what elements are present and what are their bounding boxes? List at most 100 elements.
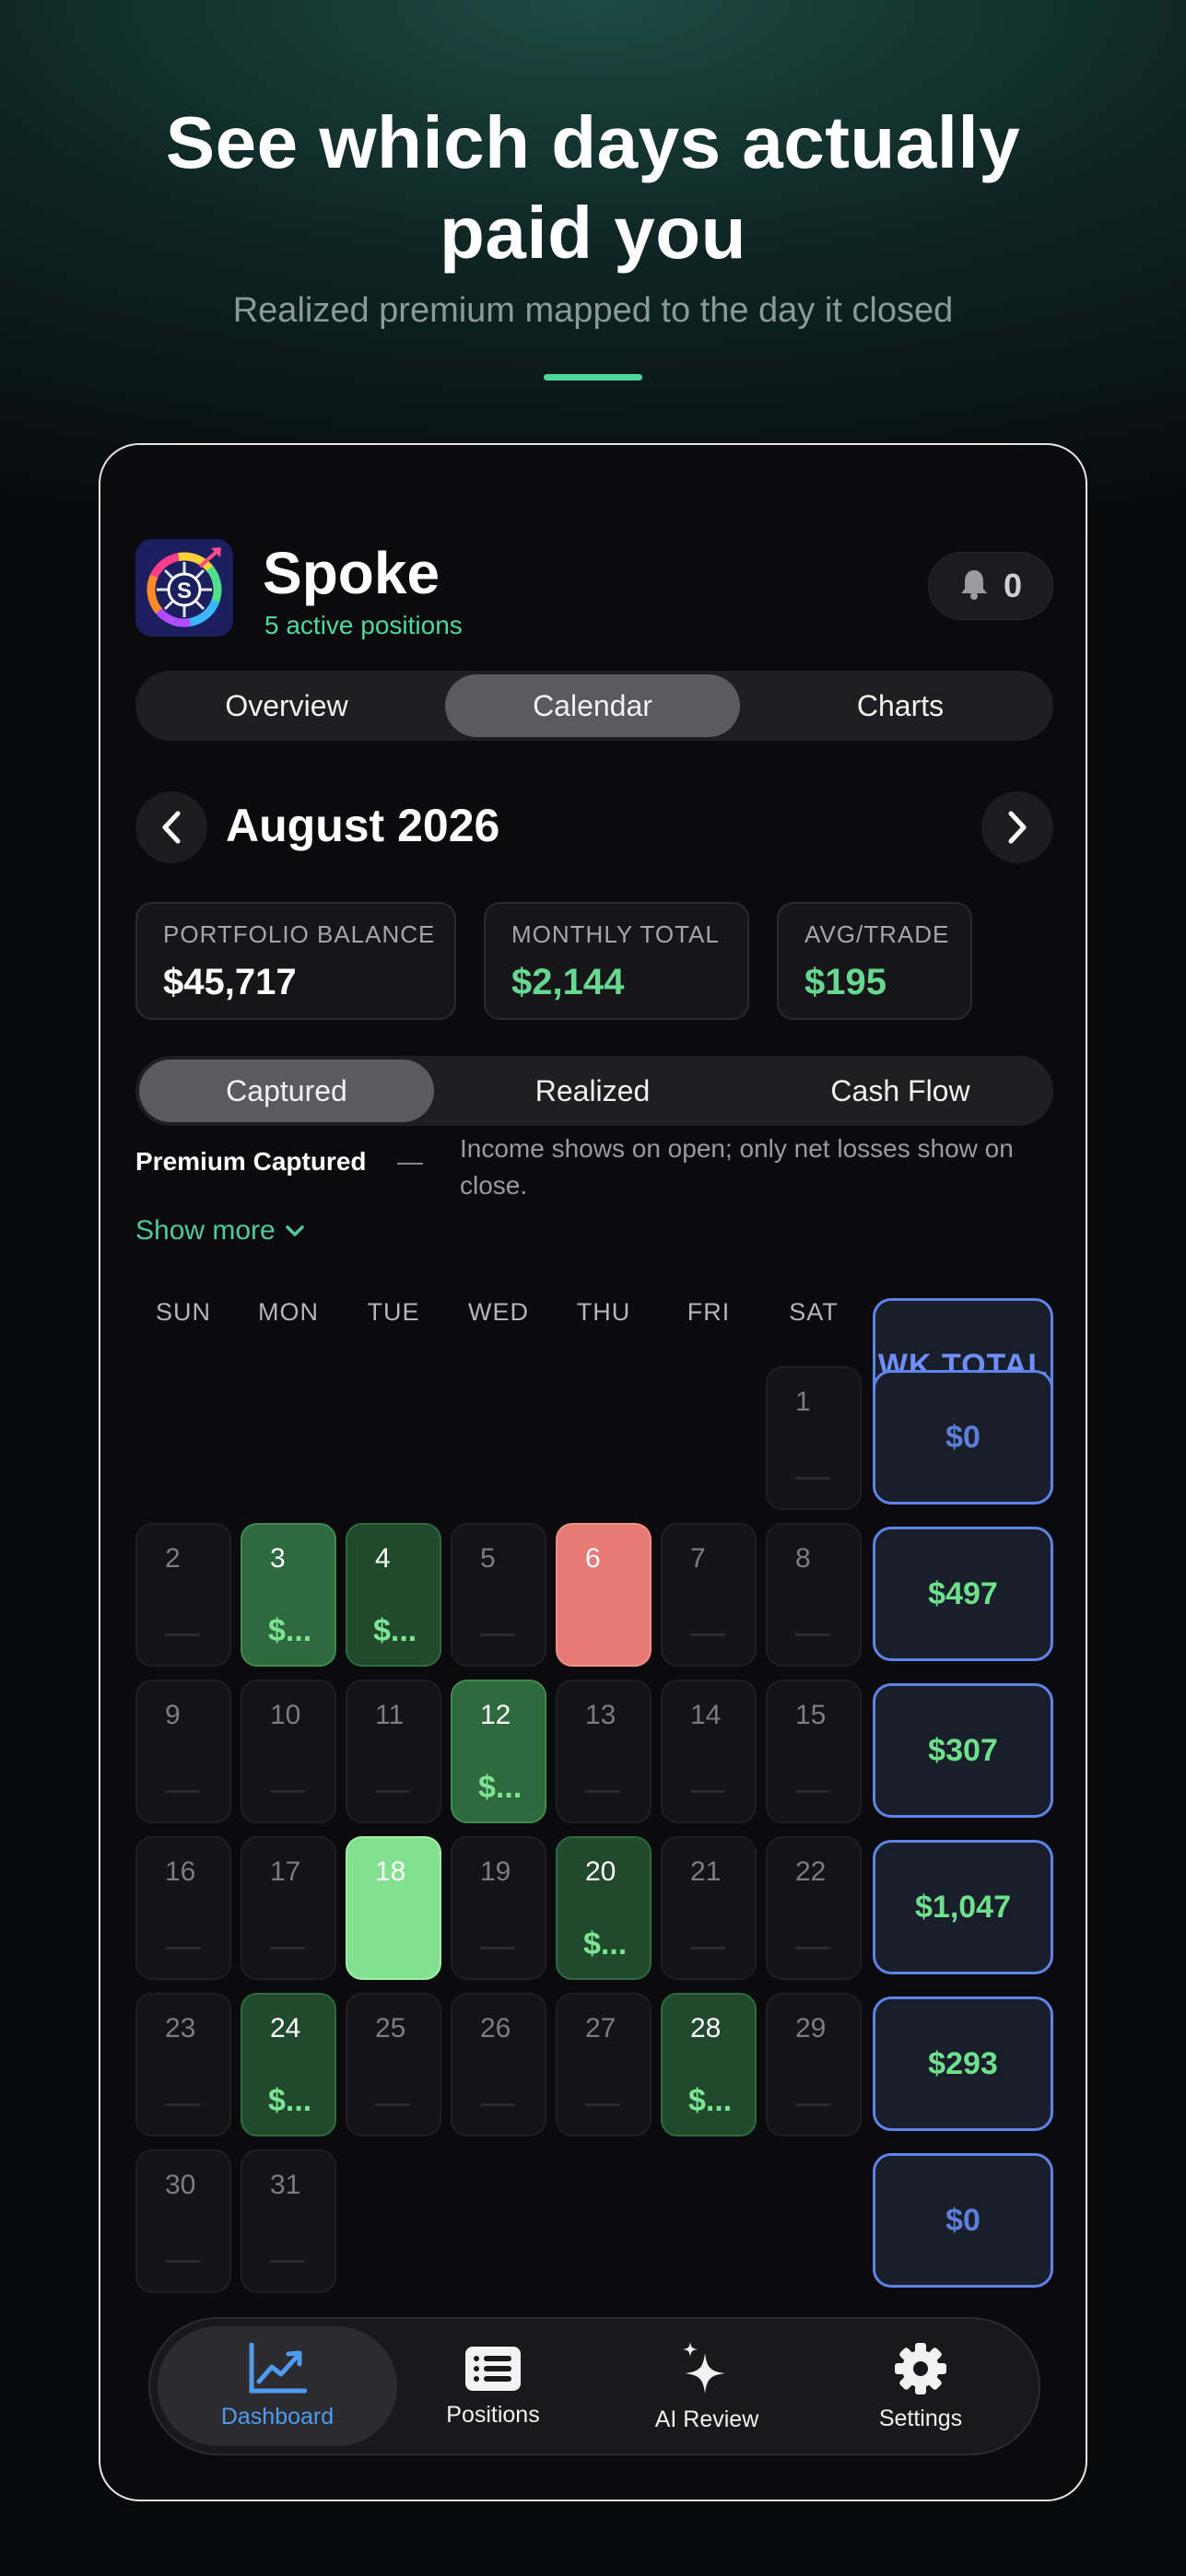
empty-placeholder	[690, 1633, 725, 1636]
calendar-day[interactable]: 21	[661, 1836, 757, 1980]
stat-value: $2,144	[511, 962, 625, 1002]
active-positions-count: 5 active positions	[264, 611, 463, 639]
calendar-day[interactable]: 6	[556, 1523, 652, 1667]
calendar-day[interactable]: 27	[556, 1993, 652, 2137]
week-total[interactable]: $307	[873, 1683, 1053, 1818]
calendar-day[interactable]: 23	[135, 1993, 231, 2137]
empty-placeholder	[270, 1947, 305, 1950]
empty-placeholder	[270, 1790, 305, 1793]
show-more-label: Show more	[135, 1215, 276, 1246]
tab-positions[interactable]: Positions	[373, 2326, 613, 2446]
day-number: 4	[375, 1543, 391, 1574]
stat-label: PORTFOLIO BALANCE	[163, 920, 436, 948]
empty-placeholder	[795, 1633, 830, 1636]
chart-line-icon	[249, 2342, 307, 2393]
app-name: Spoke	[263, 540, 440, 606]
day-number: 30	[165, 2170, 196, 2200]
day-amount: $...	[268, 2083, 312, 2118]
calendar-day[interactable]: 26	[451, 1993, 546, 2137]
calendar-day[interactable]: 2	[135, 1523, 231, 1667]
show-more-button[interactable]: Show more	[135, 1215, 305, 1247]
empty-placeholder	[585, 1790, 620, 1793]
day-amount: $...	[373, 1613, 417, 1648]
calendar-day[interactable]: 3 $...	[241, 1523, 336, 1667]
calendar-day[interactable]: 15	[766, 1680, 862, 1823]
portfolio-balance-card: PORTFOLIO BALANCE $45,717	[135, 902, 456, 1020]
week-total[interactable]: $0	[873, 1370, 1053, 1505]
day-number: 24	[270, 2013, 301, 2043]
empty-placeholder	[165, 2260, 200, 2263]
empty-placeholder	[165, 1790, 200, 1793]
tab-charts[interactable]: Charts	[753, 674, 1048, 737]
tab-calendar[interactable]: Calendar	[445, 674, 740, 737]
weekday-label: TUE	[367, 1298, 420, 1326]
calendar-day[interactable]: 11	[346, 1680, 441, 1823]
week-total[interactable]: $497	[873, 1527, 1053, 1661]
calendar-day[interactable]: 12 $...	[451, 1680, 546, 1823]
mode-tabs: Captured Realized Cash Flow	[135, 1056, 1053, 1126]
separator: —	[397, 1147, 423, 1176]
day-number: 20	[585, 1856, 616, 1887]
calendar-day[interactable]: 10	[241, 1680, 336, 1823]
day-number: 3	[270, 1543, 286, 1574]
app-header: S Spoke 5 active positions 0	[135, 537, 1053, 639]
tab-label: Dashboard	[220, 2403, 335, 2430]
day-number: 19	[480, 1856, 511, 1887]
app-logo: S	[135, 539, 233, 637]
calendar-day[interactable]: 1	[766, 1366, 862, 1510]
week-total[interactable]: $0	[873, 2153, 1053, 2288]
empty-placeholder	[480, 1947, 515, 1950]
tab-ai-review[interactable]: AI Review	[587, 2326, 827, 2446]
next-month-button[interactable]	[981, 791, 1053, 863]
tab-captured[interactable]: Captured	[139, 1060, 434, 1122]
calendar-day[interactable]: 31	[241, 2149, 336, 2293]
calendar-day[interactable]: 9	[135, 1680, 231, 1823]
week-total[interactable]: $1,047	[873, 1840, 1053, 1974]
tab-cash-flow[interactable]: Cash Flow	[753, 1060, 1048, 1122]
weekday-label: FRI	[687, 1298, 731, 1326]
tab-dashboard[interactable]: Dashboard	[158, 2326, 397, 2446]
tab-settings[interactable]: Settings	[801, 2326, 1040, 2446]
day-number: 13	[585, 1700, 616, 1730]
stat-value: $45,717	[163, 962, 297, 1002]
calendar-day[interactable]: 17	[241, 1836, 336, 1980]
empty-placeholder	[585, 2103, 620, 2106]
tab-overview[interactable]: Overview	[139, 674, 434, 737]
calendar-day[interactable]: 8	[766, 1523, 862, 1667]
previous-month-button[interactable]	[135, 791, 207, 863]
day-number: 9	[165, 1700, 181, 1730]
tab-realized[interactable]: Realized	[445, 1060, 740, 1122]
calendar-day[interactable]: 29	[766, 1993, 862, 2137]
calendar-day[interactable]: 5	[451, 1523, 546, 1667]
calendar-day[interactable]: 18	[346, 1836, 441, 1980]
empty-placeholder	[690, 1947, 725, 1950]
empty-placeholder	[375, 2103, 410, 2106]
day-amount: $...	[583, 1926, 628, 1961]
month-navigator: August 2026	[135, 791, 1053, 865]
day-amount: $...	[688, 2083, 733, 2118]
calendar-day[interactable]: 24 $...	[241, 1993, 336, 2137]
calendar-day[interactable]: 25	[346, 1993, 441, 2137]
calendar-day[interactable]: 19	[451, 1836, 546, 1980]
tab-label: AI Review	[654, 2406, 759, 2432]
weekday-label: SAT	[789, 1298, 839, 1326]
week-total[interactable]: $293	[873, 1996, 1053, 2131]
calendar-day[interactable]: 20 $...	[556, 1836, 652, 1980]
stat-value: $195	[804, 962, 887, 1002]
calendar-day[interactable]: 30	[135, 2149, 231, 2293]
calendar-day[interactable]: 22	[766, 1836, 862, 1980]
empty-placeholder	[375, 1790, 410, 1793]
chevron-right-icon	[1008, 811, 1027, 844]
calendar-day[interactable]: 28 $...	[661, 1993, 757, 2137]
calendar-day[interactable]: 4 $...	[346, 1523, 441, 1667]
calendar-day[interactable]: 16	[135, 1836, 231, 1980]
calendar-day[interactable]: 7	[661, 1523, 757, 1667]
calendar-day[interactable]: 13	[556, 1680, 652, 1823]
notifications-button[interactable]: 0	[928, 552, 1053, 620]
mode-explanation: Income shows on open; only net losses sh…	[460, 1134, 1014, 1200]
day-number: 12	[480, 1700, 511, 1730]
bell-icon	[959, 568, 989, 604]
calendar-day[interactable]: 14	[661, 1680, 757, 1823]
day-number: 18	[375, 1856, 406, 1887]
day-number: 17	[270, 1856, 301, 1887]
